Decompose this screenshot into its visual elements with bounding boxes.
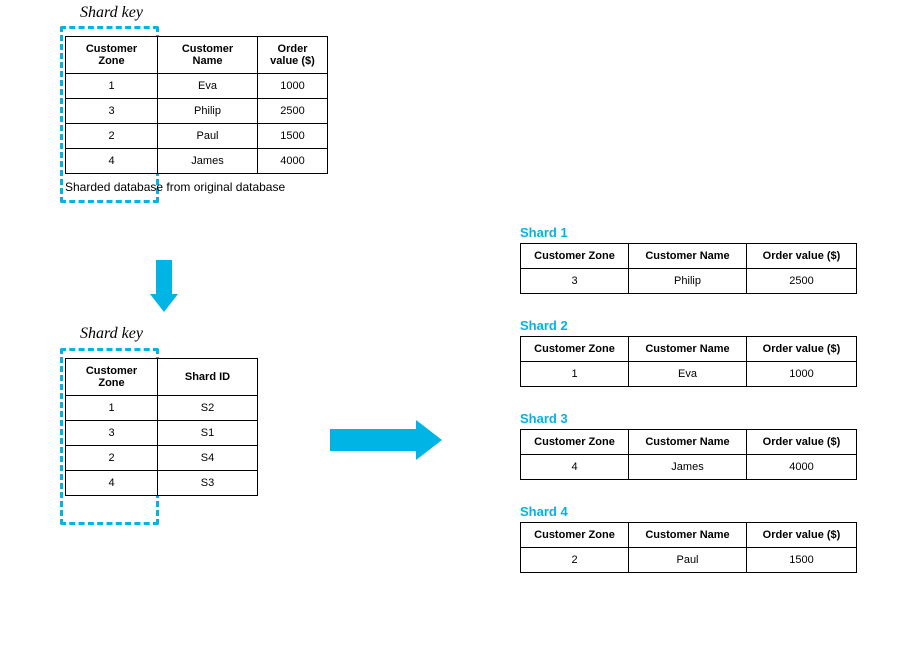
col-header: Customer Zone: [521, 430, 629, 455]
cell: 1500: [747, 548, 857, 573]
cell: Eva: [629, 362, 747, 387]
col-header: Customer Name: [629, 430, 747, 455]
shard-table: Customer Zone Customer Name Order value …: [520, 522, 857, 573]
table-header-row: Customer Zone Customer Name Order value …: [521, 430, 857, 455]
cell: Philip: [158, 99, 258, 124]
table-row: 2 Paul 1500: [66, 124, 328, 149]
shard-block: Shard 3 Customer Zone Customer Name Orde…: [520, 411, 857, 480]
shard-table: Customer Zone Customer Name Order value …: [520, 336, 857, 387]
cell: Eva: [158, 74, 258, 99]
table-row: 3 S1: [66, 421, 258, 446]
table-row: 1 Eva 1000: [66, 74, 328, 99]
cell: S1: [158, 421, 258, 446]
shard-table: Customer Zone Customer Name Order value …: [520, 429, 857, 480]
table-row: 4 James 4000: [66, 149, 328, 174]
cell: 1000: [747, 362, 857, 387]
cell: Paul: [158, 124, 258, 149]
shard-title: Shard 2: [520, 318, 857, 333]
shard-key-label-bottom: Shard key: [80, 325, 143, 343]
col-header: Order value ($): [747, 337, 857, 362]
col-header: Customer Zone: [66, 37, 158, 74]
shard-title: Shard 1: [520, 225, 857, 240]
col-header: Customer Name: [158, 37, 258, 74]
arrow-right-icon: [330, 420, 442, 460]
table-row: 3 Philip 2500: [521, 269, 857, 294]
cell: 4: [521, 455, 629, 480]
col-header: Customer Zone: [521, 337, 629, 362]
cell: 2500: [258, 99, 328, 124]
original-table-block: Customer Zone Customer Name Order value …: [65, 36, 328, 194]
col-header: Customer Zone: [66, 359, 158, 396]
shards-container: Shard 1 Customer Zone Customer Name Orde…: [520, 225, 857, 573]
table-row: 4 S3: [66, 471, 258, 496]
table-row: 3 Philip 2500: [66, 99, 328, 124]
table-header-row: Customer Zone Customer Name Order value …: [66, 37, 328, 74]
col-header: Order value ($): [747, 430, 857, 455]
col-header: Shard ID: [158, 359, 258, 396]
col-header: Order value ($): [258, 37, 328, 74]
lookup-table-block: Customer Zone Shard ID 1 S2 3 S1 2 S4 4 …: [65, 358, 258, 496]
col-header: Customer Name: [629, 244, 747, 269]
shard-title: Shard 3: [520, 411, 857, 426]
original-table-caption: Sharded database from original database: [65, 180, 328, 194]
table-row: 2 S4: [66, 446, 258, 471]
cell: S4: [158, 446, 258, 471]
table-row: 1 Eva 1000: [521, 362, 857, 387]
table-header-row: Customer Zone Customer Name Order value …: [521, 337, 857, 362]
cell: S3: [158, 471, 258, 496]
col-header: Customer Name: [629, 337, 747, 362]
cell: Paul: [629, 548, 747, 573]
cell: 1: [521, 362, 629, 387]
table-header-row: Customer Zone Shard ID: [66, 359, 258, 396]
cell: 2: [66, 124, 158, 149]
cell: 1: [66, 74, 158, 99]
col-header: Customer Zone: [521, 523, 629, 548]
cell: James: [158, 149, 258, 174]
cell: 2: [521, 548, 629, 573]
table-header-row: Customer Zone Customer Name Order value …: [521, 244, 857, 269]
col-header: Customer Name: [629, 523, 747, 548]
cell: 2: [66, 446, 158, 471]
shard-block: Shard 1 Customer Zone Customer Name Orde…: [520, 225, 857, 294]
lookup-table: Customer Zone Shard ID 1 S2 3 S1 2 S4 4 …: [65, 358, 258, 496]
table-row: 4 James 4000: [521, 455, 857, 480]
cell: 4000: [747, 455, 857, 480]
col-header: Customer Zone: [521, 244, 629, 269]
cell: 4000: [258, 149, 328, 174]
cell: 4: [66, 149, 158, 174]
shard-key-label-top: Shard key: [80, 4, 143, 22]
cell: 3: [521, 269, 629, 294]
shard-block: Shard 2 Customer Zone Customer Name Orde…: [520, 318, 857, 387]
cell: Philip: [629, 269, 747, 294]
cell: 2500: [747, 269, 857, 294]
cell: S2: [158, 396, 258, 421]
col-header: Order value ($): [747, 244, 857, 269]
table-header-row: Customer Zone Customer Name Order value …: [521, 523, 857, 548]
original-table: Customer Zone Customer Name Order value …: [65, 36, 328, 174]
shard-table: Customer Zone Customer Name Order value …: [520, 243, 857, 294]
cell: 3: [66, 99, 158, 124]
cell: 1500: [258, 124, 328, 149]
cell: 3: [66, 421, 158, 446]
arrow-down-icon: [150, 260, 178, 312]
cell: 4: [66, 471, 158, 496]
cell: James: [629, 455, 747, 480]
shard-title: Shard 4: [520, 504, 857, 519]
cell: 1: [66, 396, 158, 421]
col-header: Order value ($): [747, 523, 857, 548]
shard-block: Shard 4 Customer Zone Customer Name Orde…: [520, 504, 857, 573]
table-row: 2 Paul 1500: [521, 548, 857, 573]
table-row: 1 S2: [66, 396, 258, 421]
cell: 1000: [258, 74, 328, 99]
